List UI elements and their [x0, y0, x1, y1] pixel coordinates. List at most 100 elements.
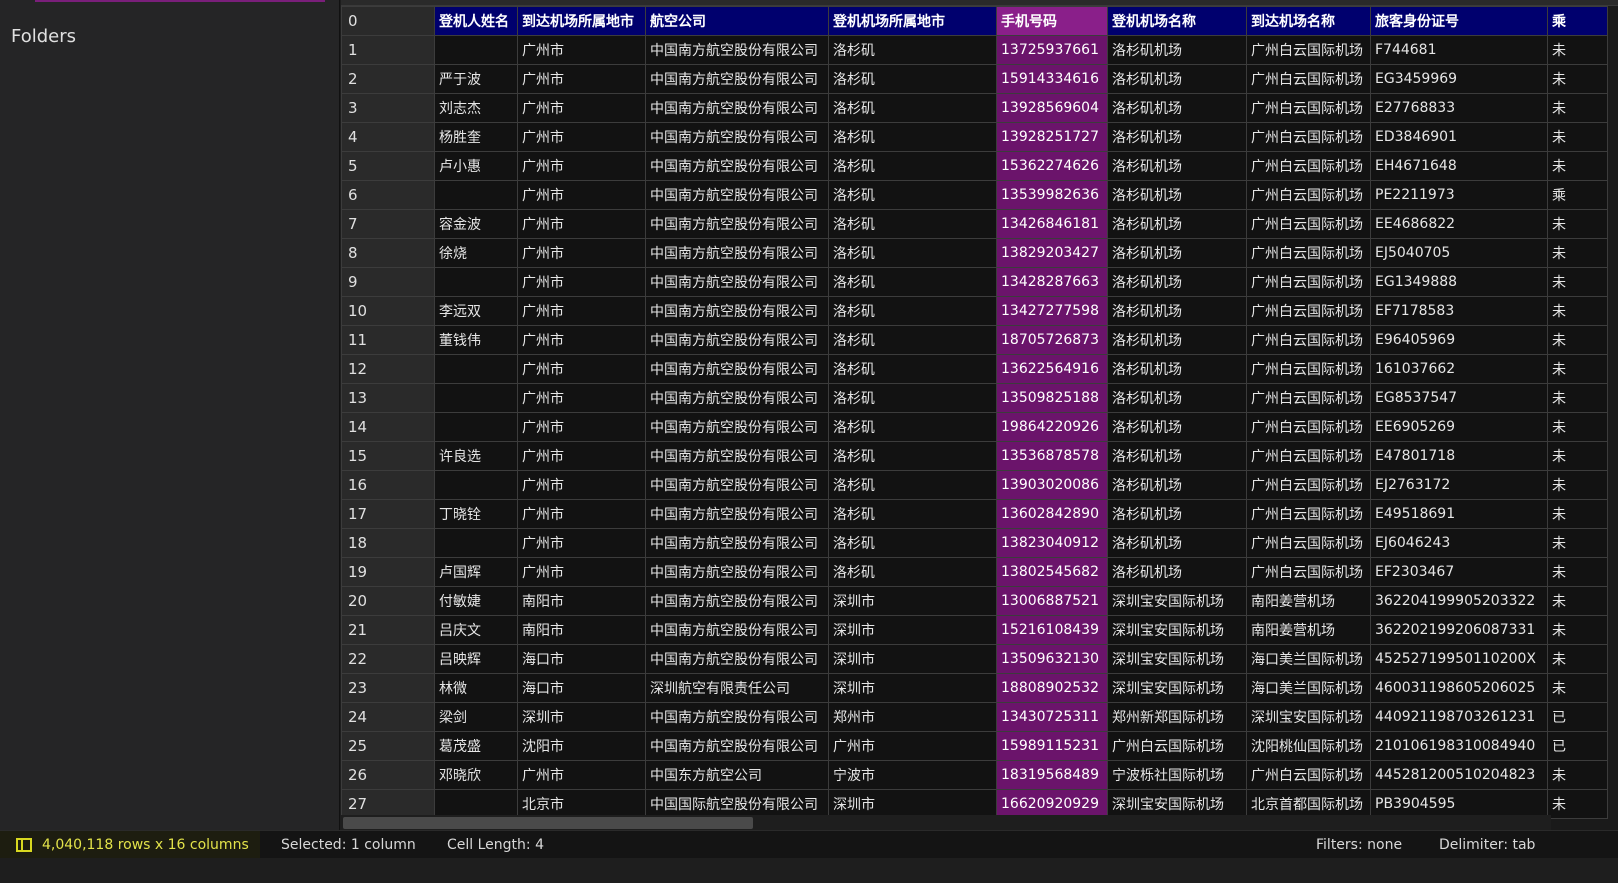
table-cell[interactable]: 13928251727	[996, 122, 1108, 152]
table-cell[interactable]: 广州市	[517, 209, 646, 239]
table-cell[interactable]: 广州白云国际机场	[1246, 760, 1371, 790]
table-cell[interactable]: 广州市	[517, 412, 646, 442]
table-cell[interactable]: 洛杉矶	[828, 93, 997, 123]
table-cell[interactable]: 葛茂盛	[434, 731, 518, 761]
table-cell[interactable]: 广州白云国际机场	[1246, 151, 1371, 181]
table-cell[interactable]: 中国南方航空股份有限公司	[645, 93, 829, 123]
row-index[interactable]: 6	[341, 180, 435, 210]
table-cell[interactable]: 吕映辉	[434, 644, 518, 674]
table-cell[interactable]: 广州市	[517, 151, 646, 181]
table-cell[interactable]: 未	[1547, 383, 1608, 413]
table-cell[interactable]: 广州白云国际机场	[1246, 528, 1371, 558]
table-cell[interactable]: 洛杉矶机场	[1107, 35, 1247, 65]
table-cell[interactable]: 洛杉矶机场	[1107, 93, 1247, 123]
table-cell[interactable]: 13509632130	[996, 644, 1108, 674]
table-cell[interactable]: 洛杉矶	[828, 238, 997, 268]
row-index[interactable]: 11	[341, 325, 435, 355]
table-cell[interactable]: 广州白云国际机场	[1246, 122, 1371, 152]
row-index[interactable]: 1	[341, 35, 435, 65]
table-cell[interactable]: 中国南方航空股份有限公司	[645, 238, 829, 268]
row-index[interactable]: 22	[341, 644, 435, 674]
table-cell[interactable]: 洛杉矶	[828, 557, 997, 587]
table-cell[interactable]	[434, 267, 518, 297]
table-cell[interactable]: 362204199905203322	[1370, 586, 1548, 616]
table-cell[interactable]: 460031198605206025	[1370, 673, 1548, 703]
table-cell[interactable]	[434, 35, 518, 65]
table-cell[interactable]: 13536878578	[996, 441, 1108, 471]
table-cell[interactable]: 广州白云国际机场	[1246, 238, 1371, 268]
table-cell[interactable]: 中国南方航空股份有限公司	[645, 151, 829, 181]
table-cell[interactable]: 15362274626	[996, 151, 1108, 181]
table-cell[interactable]: 洛杉矶机场	[1107, 64, 1247, 94]
table-cell[interactable]: EF7178583	[1370, 296, 1548, 326]
table-cell[interactable]: 未	[1547, 441, 1608, 471]
table-cell[interactable]: 中国南方航空股份有限公司	[645, 64, 829, 94]
table-cell[interactable]: 未	[1547, 64, 1608, 94]
table-cell[interactable]: 未	[1547, 499, 1608, 529]
table-cell[interactable]: EJ5040705	[1370, 238, 1548, 268]
table-cell[interactable]: 13823040912	[996, 528, 1108, 558]
table-cell[interactable]: 洛杉矶机场	[1107, 296, 1247, 326]
table-cell[interactable]: 18319568489	[996, 760, 1108, 790]
table-cell[interactable]: 未	[1547, 238, 1608, 268]
table-cell[interactable]: 洛杉矶	[828, 151, 997, 181]
column-header[interactable]: 航空公司	[645, 6, 829, 36]
table-cell[interactable]: 广州市	[517, 354, 646, 384]
table-cell[interactable]: 13802545682	[996, 557, 1108, 587]
table-row[interactable]: 14 广州市 中国南方航空股份有限公司 洛杉矶 19864220926 洛杉矶机场 广州白云…	[341, 412, 1608, 442]
table-cell[interactable]: 洛杉矶	[828, 209, 997, 239]
table-row[interactable]: 24 梁剑 深圳市 中国南方航空股份有限公司 郑州市 13430725311 郑州新郑国际机…	[341, 702, 1608, 732]
column-header[interactable]: 到达机场所属地市	[517, 6, 646, 36]
row-index[interactable]: 4	[341, 122, 435, 152]
table-row[interactable]: 4 杨胜奎 广州市 中国南方航空股份有限公司 洛杉矶 13928251727 洛杉矶机场 广州…	[341, 122, 1608, 152]
table-cell[interactable]: 15989115231	[996, 731, 1108, 761]
row-index[interactable]: 12	[341, 354, 435, 384]
row-index[interactable]: 16	[341, 470, 435, 500]
table-row[interactable]: 17 丁晓铨 广州市 中国南方航空股份有限公司 洛杉矶 13602842890 洛杉矶机场广…	[341, 499, 1608, 529]
row-index[interactable]: 26	[341, 760, 435, 790]
column-header[interactable]: 旅客身份证号	[1370, 6, 1548, 36]
table-cell[interactable]: 洛杉矶	[828, 296, 997, 326]
table-cell[interactable]: 洛杉矶机场	[1107, 557, 1247, 587]
table-cell[interactable]: 刘志杰	[434, 93, 518, 123]
table-cell[interactable]	[434, 180, 518, 210]
table-row[interactable]: 10 李远双 广州市 中国南方航空股份有限公司 洛杉矶 13427277598 洛杉矶机场广…	[341, 296, 1608, 326]
table-row[interactable]: 3 刘志杰 广州市 中国南方航空股份有限公司 洛杉矶 13928569604 洛杉矶机场 广州…	[341, 93, 1608, 123]
row-index[interactable]: 2	[341, 64, 435, 94]
table-cell[interactable]: 中国东方航空公司	[645, 760, 829, 790]
table-row[interactable]: 12 广州市 中国南方航空股份有限公司 洛杉矶 13622564916 洛杉矶机场 广州白云…	[341, 354, 1608, 384]
table-cell[interactable]: 13725937661	[996, 35, 1108, 65]
row-index[interactable]: 10	[341, 296, 435, 326]
table-cell[interactable]	[434, 412, 518, 442]
table-cell[interactable]: 洛杉矶	[828, 180, 997, 210]
table-cell[interactable]: 广州市	[517, 180, 646, 210]
table-cell[interactable]: 广州市	[517, 760, 646, 790]
row-index[interactable]: 15	[341, 441, 435, 471]
table-cell[interactable]: 18705726873	[996, 325, 1108, 355]
table-cell[interactable]: 13602842890	[996, 499, 1108, 529]
table-cell[interactable]: 梁剑	[434, 702, 518, 732]
table-cell[interactable]: 210106198310084940	[1370, 731, 1548, 761]
table-cell[interactable]: 郑州新郑国际机场	[1107, 702, 1247, 732]
table-cell[interactable]: 洛杉矶机场	[1107, 412, 1247, 442]
table-row[interactable]: 7 容金波 广州市 中国南方航空股份有限公司 洛杉矶 13426846181 洛杉矶机场 广州…	[341, 209, 1608, 239]
table-cell[interactable]: 洛杉矶机场	[1107, 267, 1247, 297]
table-cell[interactable]: 13509825188	[996, 383, 1108, 413]
table-cell[interactable]: 中国南方航空股份有限公司	[645, 528, 829, 558]
table-cell[interactable]: 广州市	[517, 296, 646, 326]
table-cell[interactable]: 440921198703261231	[1370, 702, 1548, 732]
table-cell[interactable]: 13427277598	[996, 296, 1108, 326]
table-row[interactable]: 5 卢小惠 广州市 中国南方航空股份有限公司 洛杉矶 15362274626 洛杉矶机场 广州…	[341, 151, 1608, 181]
table-cell[interactable]: 容金波	[434, 209, 518, 239]
row-index[interactable]: 18	[341, 528, 435, 558]
table-cell[interactable]: 深圳市	[828, 673, 997, 703]
index-header[interactable]: 0	[341, 6, 435, 36]
table-cell[interactable]: 13426846181	[996, 209, 1108, 239]
column-header[interactable]: 乘	[1547, 6, 1608, 36]
table-cell[interactable]: 广州市	[517, 35, 646, 65]
status-filters[interactable]: Filters: none	[1316, 837, 1402, 853]
table-cell[interactable]: PE2211973	[1370, 180, 1548, 210]
row-index[interactable]: 7	[341, 209, 435, 239]
table-cell[interactable]: 洛杉矶	[828, 122, 997, 152]
table-cell[interactable]: 广州白云国际机场	[1246, 354, 1371, 384]
